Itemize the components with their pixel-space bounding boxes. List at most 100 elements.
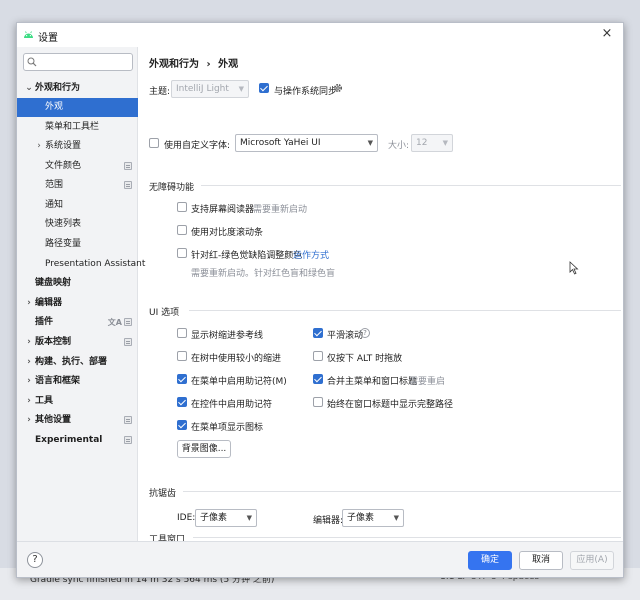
- custom-font-label: 使用自定义字体:: [164, 141, 231, 151]
- project-settings-icon: [124, 162, 132, 170]
- apply-button[interactable]: 应用(A): [570, 551, 614, 570]
- section-divider: [183, 491, 621, 492]
- sidebar-item-label: Experimental: [35, 435, 103, 445]
- sidebar-item-keymap[interactable]: 键盘映射: [17, 274, 138, 293]
- sidebar-item-label: 语言和框架: [35, 376, 81, 386]
- sidebar-item-notifications[interactable]: 通知: [17, 196, 138, 215]
- small-tree-indent-checkbox[interactable]: [177, 351, 187, 361]
- sidebar-item-appearance-behavior[interactable]: ⌄ 外观和行为: [17, 79, 138, 98]
- chevron-right-icon: ›: [27, 396, 31, 406]
- help-button[interactable]: ?: [27, 552, 43, 568]
- editor-aa-dropdown[interactable]: 子像素 ▼: [342, 509, 404, 527]
- sidebar-item-build-execution[interactable]: › 构建、执行、部署: [17, 353, 138, 372]
- search-field[interactable]: [23, 53, 133, 71]
- sidebar-item-label: 工具: [35, 396, 54, 406]
- sidebar-item-system-settings[interactable]: › 系统设置: [17, 137, 138, 156]
- sidebar-item-tools[interactable]: › 工具: [17, 392, 138, 411]
- sidebar-item-experimental[interactable]: Experimental: [17, 431, 138, 450]
- android-icon: [24, 31, 33, 38]
- sidebar-item-menus-toolbars[interactable]: 菜单和工具栏: [17, 118, 138, 137]
- project-settings-icon: [124, 181, 132, 189]
- alt-drag-checkbox[interactable]: [313, 351, 323, 361]
- sidebar-item-file-colors[interactable]: 文件颜色: [17, 157, 138, 176]
- custom-font-checkbox[interactable]: [149, 138, 159, 148]
- sidebar-item-label: 版本控制: [35, 337, 72, 347]
- sidebar-item-label: 快速列表: [45, 219, 82, 229]
- smooth-scrolling-checkbox[interactable]: [313, 328, 323, 338]
- translate-icon: 文A: [107, 318, 122, 327]
- project-settings-icon: [124, 318, 132, 326]
- cancel-button[interactable]: 取消: [519, 551, 563, 570]
- section-divider: [193, 537, 621, 538]
- sidebar-item-other-settings[interactable]: › 其他设置: [17, 411, 138, 430]
- ok-button[interactable]: 确定: [468, 551, 512, 570]
- control-mnemonics-checkbox[interactable]: [177, 397, 187, 407]
- project-settings-icon: [124, 416, 132, 424]
- sidebar-item-appearance[interactable]: 外观: [17, 98, 138, 117]
- sidebar-item-scopes[interactable]: 范围: [17, 176, 138, 195]
- menu-icons-checkbox[interactable]: [177, 420, 187, 430]
- font-dropdown[interactable]: Microsoft YaHei UI ▼: [235, 134, 378, 152]
- close-button[interactable]: ×: [599, 26, 615, 42]
- search-input[interactable]: [40, 55, 130, 69]
- chevron-right-icon: ›: [37, 141, 41, 151]
- sidebar-item-label: 编辑器: [35, 298, 63, 308]
- theme-dropdown[interactable]: IntelliJ Light ▼: [171, 80, 249, 98]
- option-label: 仅按下 ALT 时拖放: [327, 354, 403, 364]
- contrast-scrollbars-checkbox[interactable]: [177, 225, 187, 235]
- sidebar-item-label: 构建、执行、部署: [35, 357, 108, 367]
- sidebar-item-editor[interactable]: › 编辑器: [17, 294, 138, 313]
- ide-aa-value: 子像素: [200, 513, 228, 523]
- help-icon[interactable]: ?: [360, 328, 370, 338]
- full-path-title-checkbox[interactable]: [313, 397, 323, 407]
- sidebar-item-path-variables[interactable]: 路径变量: [17, 235, 138, 254]
- dropdown-arrow-icon: ▼: [393, 514, 399, 522]
- dialog-titlebar: 设置 ×: [17, 23, 623, 47]
- color-deficiency-checkbox[interactable]: [177, 248, 187, 258]
- chevron-right-icon: ›: [27, 337, 31, 347]
- chevron-right-icon: ›: [27, 376, 31, 386]
- breadcrumb: 外观和行为 › 外观: [149, 55, 238, 70]
- screen-reader-note: 需要重新启动: [253, 205, 308, 215]
- project-settings-icon: [124, 338, 132, 346]
- ui-options-section-title: UI 选项: [149, 308, 180, 318]
- gear-icon[interactable]: [332, 82, 344, 94]
- restart-note: 需要重启: [409, 377, 446, 387]
- screen-reader-label: 支持屏幕阅读器: [191, 205, 255, 215]
- option-label: 在菜单项显示图标: [191, 423, 264, 433]
- editor-aa-value: 子像素: [347, 513, 375, 523]
- theme-value: IntelliJ Light: [176, 84, 229, 94]
- option-label: 在树中使用较小的缩进: [191, 354, 282, 364]
- sidebar-item-quick-lists[interactable]: 快速列表: [17, 215, 138, 234]
- ide-aa-label: IDE:: [177, 513, 196, 523]
- accessibility-section-title: 无障碍功能: [149, 183, 195, 193]
- breadcrumb-separator: ›: [206, 59, 211, 70]
- chevron-right-icon: ›: [27, 415, 31, 425]
- tree-indent-guides-checkbox[interactable]: [177, 328, 187, 338]
- sync-os-label: 与操作系统同步: [274, 87, 338, 97]
- chevron-right-icon: ›: [27, 357, 31, 367]
- dialog-footer: ? 确定 取消 应用(A): [17, 541, 623, 577]
- background-image-button[interactable]: 背景图像...: [177, 440, 231, 458]
- sidebar-item-languages-frameworks[interactable]: › 语言和框架: [17, 372, 138, 391]
- section-divider: [189, 310, 621, 311]
- font-size-dropdown[interactable]: 12 ▼: [411, 134, 453, 152]
- screen-reader-checkbox[interactable]: [177, 202, 187, 212]
- sidebar-item-label: 外观和行为: [35, 83, 81, 93]
- ide-aa-dropdown[interactable]: 子像素 ▼: [195, 509, 257, 527]
- tool-windows-section-title: 工具窗口: [149, 535, 186, 541]
- option-label: 在控件中启用助记符: [191, 400, 273, 410]
- project-settings-icon: [124, 436, 132, 444]
- sidebar-item-version-control[interactable]: › 版本控制: [17, 333, 138, 352]
- merge-menu-title-checkbox[interactable]: [313, 374, 323, 384]
- menu-mnemonics-checkbox[interactable]: [177, 374, 187, 384]
- antialiasing-section-title: 抗锯齿: [149, 489, 177, 499]
- dialog-title: 设置: [38, 33, 58, 44]
- how-it-works-link[interactable]: 运作方式: [293, 248, 329, 261]
- sidebar-item-plugins[interactable]: 插件 文A: [17, 313, 138, 332]
- sidebar-item-label: Presentation Assistant: [45, 259, 146, 269]
- option-label: 平滑滚动: [327, 331, 364, 341]
- sidebar-item-presentation-assistant[interactable]: Presentation Assistant: [17, 255, 145, 274]
- sidebar-item-label: 文件颜色: [45, 161, 82, 171]
- sync-os-checkbox[interactable]: [259, 83, 269, 93]
